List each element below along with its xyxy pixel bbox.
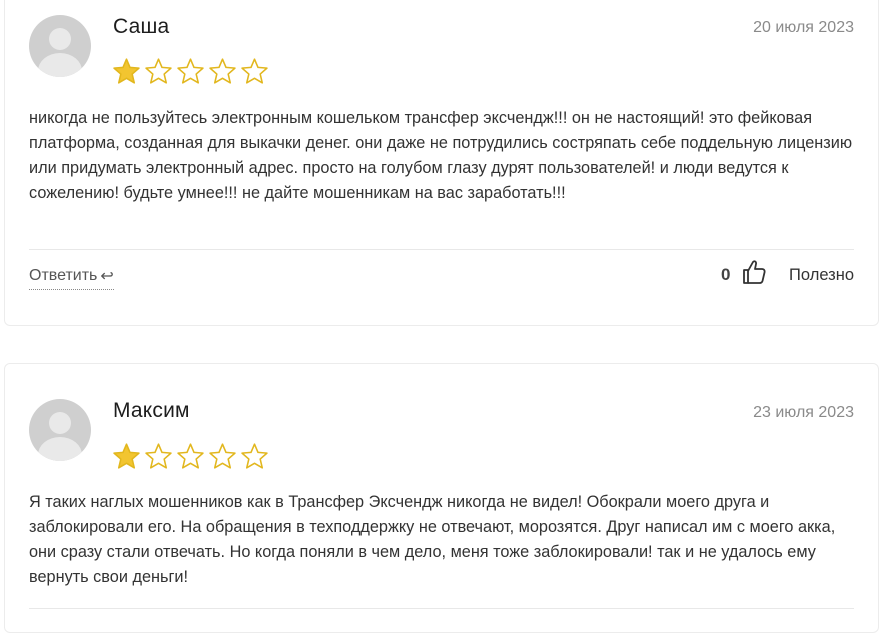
reply-arrow-icon: ↩ xyxy=(100,268,114,285)
user-avatar-icon xyxy=(29,15,91,77)
review-date: 23 июля 2023 xyxy=(753,404,854,421)
review-text: никогда не пользуйтесь электронным кошел… xyxy=(29,109,853,202)
star-empty-icon xyxy=(241,443,268,469)
reviewer-name: Максим xyxy=(113,399,190,422)
review-date: 20 июля 2023 xyxy=(753,19,854,36)
review-card: Саша 20 июля 2023 никогда не пользуйтесь… xyxy=(4,0,879,326)
review-text: Я таких наглых мошенников как в Трансфер… xyxy=(29,493,836,586)
vote-count: 0 xyxy=(721,265,731,284)
user-avatar-icon xyxy=(29,399,91,461)
reply-button[interactable]: Ответить ↩ xyxy=(29,266,114,290)
star-empty-icon xyxy=(145,58,172,84)
divider xyxy=(29,249,854,250)
star-rating xyxy=(112,57,269,86)
star-empty-icon xyxy=(177,58,204,84)
reply-label: Ответить xyxy=(29,267,98,284)
divider xyxy=(29,608,854,609)
star-empty-icon xyxy=(145,443,172,469)
review-card: Максим 23 июля 2023 Я таких наглых мошен… xyxy=(4,363,879,633)
star-empty-icon xyxy=(209,443,236,469)
useful-label: Полезно xyxy=(789,266,854,284)
star-filled-icon xyxy=(113,443,140,469)
star-empty-icon xyxy=(209,58,236,84)
star-empty-icon xyxy=(177,443,204,469)
star-rating xyxy=(112,442,269,471)
thumbs-up-icon[interactable] xyxy=(742,259,766,285)
star-empty-icon xyxy=(241,58,268,84)
star-filled-icon xyxy=(113,58,140,84)
reviewer-name: Саша xyxy=(113,15,170,38)
